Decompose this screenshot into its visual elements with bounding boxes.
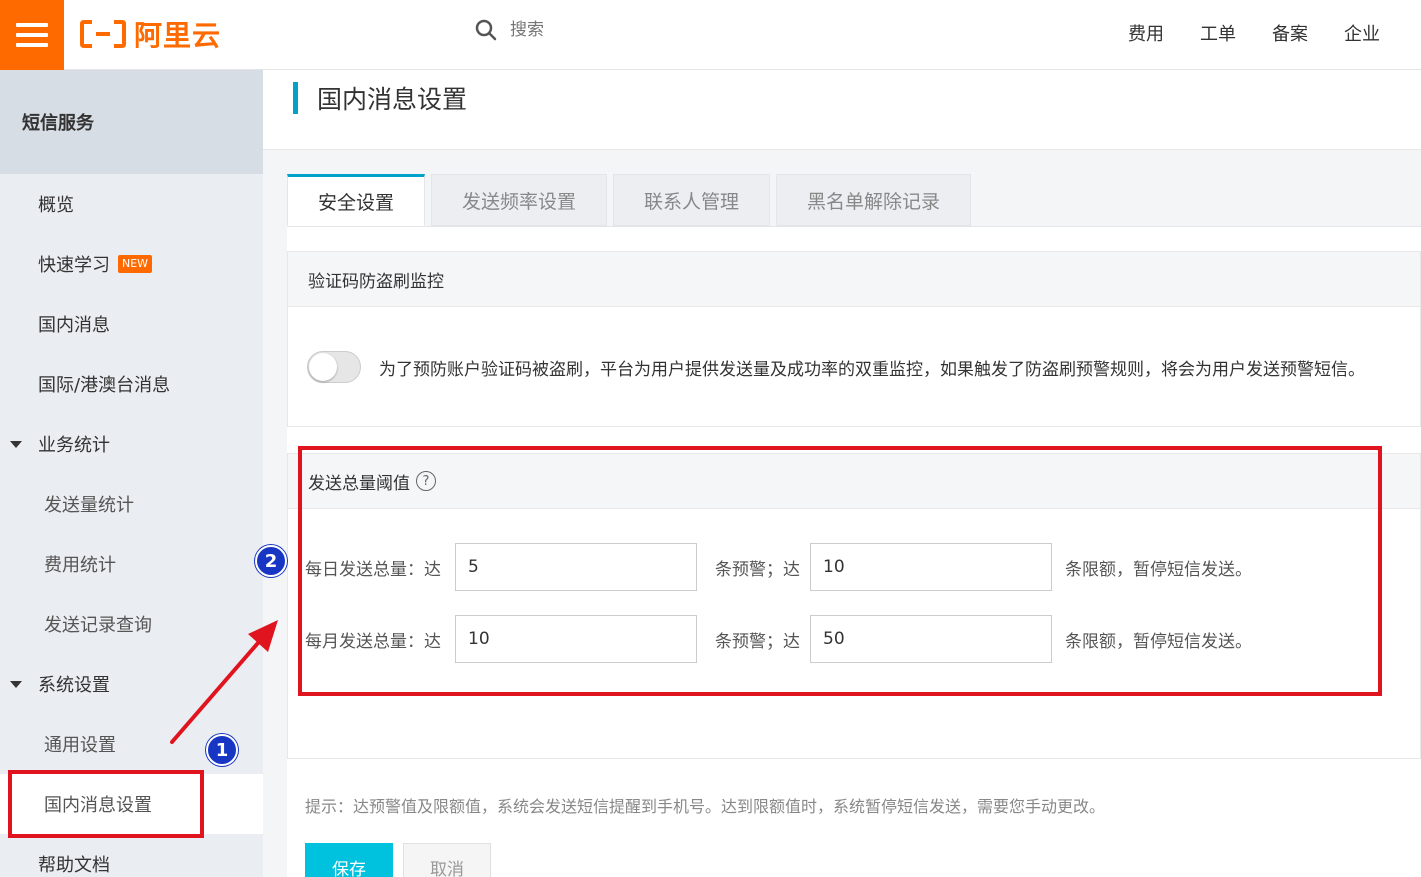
sidebar-item-label: 业务统计 [38, 435, 110, 456]
save-button[interactable]: 保存 [305, 843, 393, 877]
sidebar-item-quick-learn[interactable]: 快速学习 NEW [0, 234, 263, 294]
sidebar-item-label: 通用设置 [44, 735, 116, 756]
logo-text: 阿里云 [134, 19, 222, 52]
menu-icon-line [16, 23, 48, 27]
section-title: 验证码防盗刷监控 [308, 271, 444, 292]
hamburger-menu-button[interactable] [0, 0, 64, 70]
top-nav-fees[interactable]: 费用 [1128, 20, 1164, 46]
aliyun-logo-icon [80, 20, 126, 48]
sidebar-item-label: 国内消息 [38, 315, 110, 336]
annotation-step-2: 2 [255, 545, 287, 577]
top-nav-enterprise[interactable]: 企业 [1344, 20, 1380, 46]
caret-down-icon [10, 440, 22, 448]
hint-text: 提示：达预警值及限额值，系统会发送短信提醒到手机号。达到限额值时，系统暂停短信发… [305, 797, 1106, 816]
menu-icon-line [16, 43, 48, 47]
sidebar-item-domestic-messages[interactable]: 国内消息 [0, 294, 263, 354]
sidebar-item-label: 帮助文档 [38, 855, 110, 876]
captcha-description: 为了预防账户验证码被盗刷，平台为用户提供发送量及成功率的双重监控，如果触发了防盗… [379, 360, 1365, 380]
sidebar-header: 短信服务 [0, 70, 263, 174]
menu-icon-line [16, 33, 48, 37]
tab-blacklist-records[interactable]: 黑名单解除记录 [776, 174, 972, 226]
search-area [474, 18, 710, 42]
top-bar: 阿里云 费用 工单 备案 企业 [0, 0, 1421, 70]
annotation-box-sidebar-item [8, 770, 204, 838]
settings-tabs: 安全设置 发送频率设置 联系人管理 黑名单解除记录 [287, 174, 972, 226]
title-accent-bar [293, 82, 298, 114]
sidebar-item-fee-stats[interactable]: 费用统计 [0, 534, 263, 594]
sidebar-item-label: 发送记录查询 [44, 615, 152, 636]
toggle-knob [309, 353, 337, 381]
search-icon[interactable] [474, 18, 498, 42]
new-badge: NEW [118, 255, 153, 273]
captcha-monitor-toggle[interactable] [307, 351, 361, 383]
sidebar-item-label: 快速学习 [38, 255, 110, 276]
page-header: 国内消息设置 [263, 70, 1421, 150]
sidebar-group-business-stats[interactable]: 业务统计 [0, 414, 263, 474]
captcha-section-header: 验证码防盗刷监控 [287, 251, 1421, 307]
top-nav-icp[interactable]: 备案 [1272, 20, 1308, 46]
annotation-box-threshold [298, 446, 1382, 696]
sidebar-item-send-volume-stats[interactable]: 发送量统计 [0, 474, 263, 534]
sidebar-item-label: 概览 [38, 195, 74, 216]
search-input[interactable] [510, 20, 710, 40]
cancel-button[interactable]: 取消 [403, 843, 491, 877]
aliyun-logo[interactable]: 阿里云 [80, 14, 221, 54]
sidebar-item-overview[interactable]: 概览 [0, 174, 263, 234]
page-title: 国内消息设置 [317, 85, 468, 114]
sidebar-item-label: 国际/港澳台消息 [38, 375, 171, 396]
tab-send-frequency[interactable]: 发送频率设置 [431, 174, 608, 226]
tab-contacts[interactable]: 联系人管理 [613, 174, 771, 226]
caret-down-icon [10, 680, 22, 688]
top-nav: 费用 工单 备案 企业 [1128, 20, 1380, 46]
annotation-arrow-icon [170, 620, 278, 744]
sidebar-item-international-messages[interactable]: 国际/港澳台消息 [0, 354, 263, 414]
sidebar-item-label: 系统设置 [38, 675, 110, 696]
sidebar-item-label: 发送量统计 [44, 495, 134, 516]
tab-security-settings[interactable]: 安全设置 [287, 174, 426, 226]
sidebar-item-label: 费用统计 [44, 555, 116, 576]
annotation-step-1: 1 [206, 734, 238, 766]
sidebar-item-help-docs[interactable]: 帮助文档 [0, 834, 263, 877]
top-nav-tickets[interactable]: 工单 [1200, 20, 1236, 46]
